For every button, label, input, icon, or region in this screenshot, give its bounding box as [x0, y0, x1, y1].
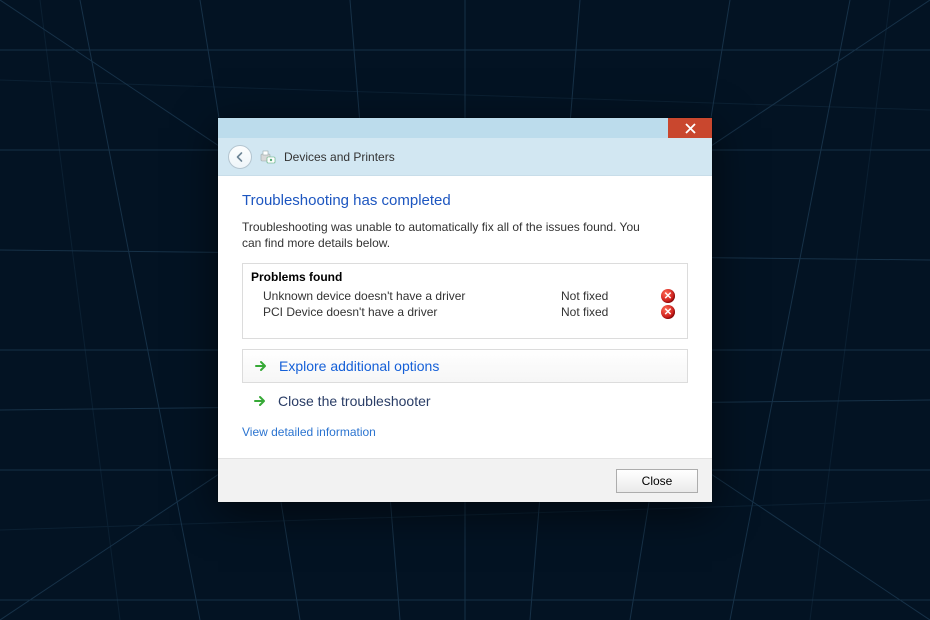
back-arrow-icon — [234, 151, 246, 163]
problem-status: Not fixed — [561, 289, 651, 303]
completed-heading: Troubleshooting has completed — [242, 192, 688, 209]
problems-heading: Problems found — [243, 270, 687, 288]
back-button[interactable] — [228, 145, 252, 169]
window-title: Devices and Printers — [284, 150, 395, 164]
troubleshooter-window: Devices and Printers Troubleshooting has… — [218, 118, 712, 502]
close-troubleshooter-button[interactable]: Close the troubleshooter — [242, 387, 688, 415]
arrow-right-icon — [252, 393, 268, 409]
window-body: Troubleshooting has completed Troublesho… — [218, 176, 712, 447]
problem-status-icon: ✕ — [651, 305, 675, 319]
problem-status: Not fixed — [561, 305, 651, 319]
desktop-background: Devices and Printers Troubleshooting has… — [0, 0, 930, 620]
problems-found-box: Problems found Unknown device doesn't ha… — [242, 263, 688, 339]
error-icon: ✕ — [661, 305, 675, 319]
error-icon: ✕ — [661, 289, 675, 303]
explore-additional-options-button[interactable]: Explore additional options — [242, 349, 688, 383]
close-icon — [685, 123, 696, 134]
problem-row[interactable]: PCI Device doesn't have a driver Not fix… — [243, 304, 687, 320]
explore-label: Explore additional options — [279, 358, 439, 374]
summary-text: Troubleshooting was unable to automatica… — [242, 219, 662, 251]
window-header: Devices and Printers — [218, 138, 712, 176]
window-footer: Close — [218, 458, 712, 502]
problem-status-icon: ✕ — [651, 289, 675, 303]
close-button[interactable]: Close — [616, 469, 698, 493]
devices-printers-icon — [260, 149, 276, 165]
window-titlebar[interactable] — [218, 118, 712, 138]
window-close-button[interactable] — [668, 118, 712, 138]
arrow-right-icon — [253, 358, 269, 374]
view-detailed-information-link[interactable]: View detailed information — [242, 425, 376, 439]
problem-row[interactable]: Unknown device doesn't have a driver Not… — [243, 288, 687, 304]
close-troubleshooter-label: Close the troubleshooter — [278, 393, 431, 409]
problem-name: Unknown device doesn't have a driver — [263, 289, 561, 303]
problem-name: PCI Device doesn't have a driver — [263, 305, 561, 319]
